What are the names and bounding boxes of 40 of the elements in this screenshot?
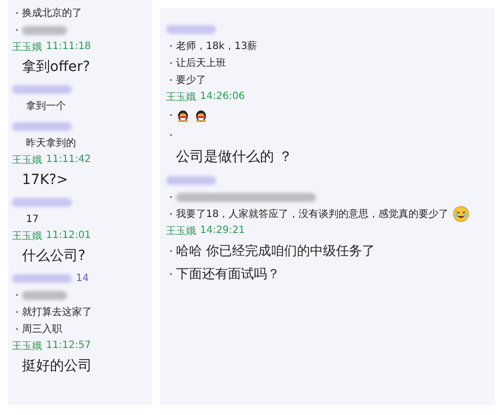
message-text: 要少了 <box>176 74 206 87</box>
penguin-icon <box>194 108 208 122</box>
blurred-name <box>12 122 72 131</box>
message-time: 11:12:57 <box>46 340 91 351</box>
message-time: 14:29:21 <box>200 225 245 236</box>
message-text: 我要了18，人家就答应了，没有谈判的意思，感觉真的要少了 <box>176 208 449 221</box>
sender-name: 王玉娥 <box>12 154 42 166</box>
blurred-name <box>12 85 72 94</box>
blurred-name <box>166 176 216 185</box>
blurred-message <box>22 290 67 300</box>
message-text: 17K?> <box>22 172 68 188</box>
message-text: 17 <box>26 214 39 224</box>
message-text: 什么公司? <box>22 246 86 264</box>
sender-name: 王玉娥 <box>12 40 42 54</box>
message-time: 11:12:01 <box>46 230 91 241</box>
blurred-name <box>12 198 72 207</box>
message-text: 拿到一个 <box>26 100 66 113</box>
message-text: 让后天上班 <box>176 56 226 70</box>
message-text: 周三入职 <box>22 322 62 336</box>
message-time: 14:26:06 <box>200 91 245 102</box>
blurred-name <box>166 25 216 34</box>
name-suffix: 14 <box>76 273 89 284</box>
penguin-icon <box>176 108 190 122</box>
message-text: 挺好的公司 <box>22 356 92 374</box>
message-text: 昨天拿到的 <box>26 136 76 150</box>
sender-name: 王玉娥 <box>12 230 42 242</box>
message-text: 公司是做什么的 ？ <box>176 148 292 166</box>
sender-name: 王玉娥 <box>166 224 196 238</box>
message-text: 就打算去这家了 <box>22 306 92 319</box>
sender-name: 王玉娥 <box>12 340 42 352</box>
message-text: 换成北京的了 <box>22 6 82 20</box>
blurred-name <box>12 274 72 283</box>
message-text: 下面还有面试吗？ <box>176 266 280 282</box>
message-time: 11:11:18 <box>46 41 91 52</box>
message-text: 拿到offer? <box>22 58 90 76</box>
message-text: 老师，18k，13薪 <box>176 40 258 53</box>
blurred-message <box>22 26 67 34</box>
message-text: 哈哈 你已经完成咱们的中级任务了 <box>176 242 376 260</box>
sender-name: 王玉娥 <box>166 90 196 104</box>
message-time: 11:11:42 <box>46 154 91 165</box>
